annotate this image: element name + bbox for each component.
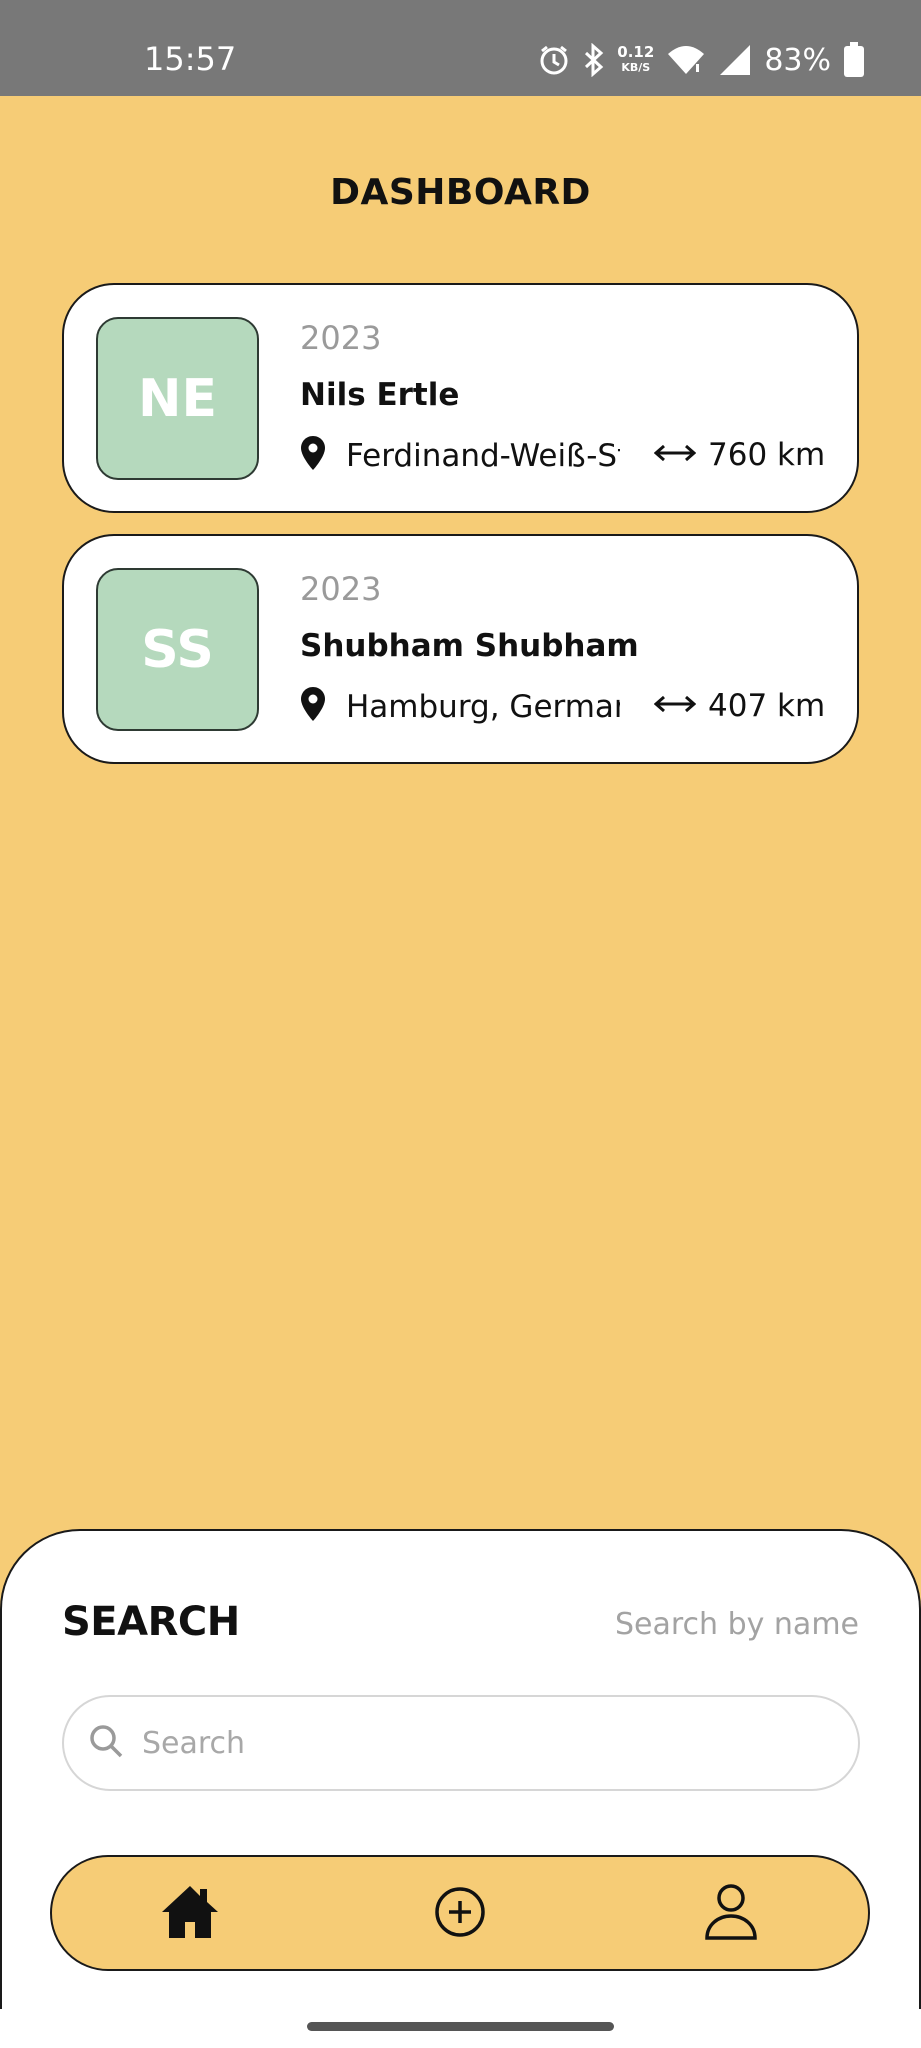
location-pin-icon: [300, 686, 326, 727]
avatar: SS: [96, 568, 259, 731]
bottom-nav: [50, 1855, 870, 1971]
location-text: Ferdinand-Weiß-Str: [346, 437, 620, 474]
distance-arrows-icon: [653, 694, 697, 719]
home-icon: [160, 1884, 220, 1945]
wifi-icon: [666, 44, 706, 76]
card-year: 2023: [300, 570, 382, 608]
net-speed-unit: KB/S: [621, 61, 651, 74]
search-box[interactable]: [62, 1695, 860, 1791]
trip-card[interactable]: SS 2023 Shubham Shubham Hamburg, Germany…: [62, 534, 859, 764]
card-year: 2023: [300, 319, 382, 357]
battery-icon: [843, 42, 865, 78]
profile-icon: [704, 1883, 758, 1946]
trip-card[interactable]: NE 2023 Nils Ertle Ferdinand-Weiß-Str 76…: [62, 283, 859, 513]
status-icons: 0.12 KB/S 83%: [537, 36, 865, 84]
location-pin-icon: [300, 435, 326, 476]
card-distance: 760 km: [653, 437, 826, 473]
alarm-icon: [537, 43, 571, 77]
distance-text: 760 km: [708, 437, 826, 473]
bluetooth-icon: [583, 43, 605, 77]
status-time: 15:57: [144, 40, 237, 78]
search-icon: [64, 1723, 124, 1764]
location-text: Hamburg, Germany: [346, 688, 620, 725]
gesture-bar[interactable]: [307, 2022, 614, 2031]
net-speed: 0.12 KB/S: [617, 45, 654, 75]
card-name: Shubham Shubham: [300, 628, 639, 664]
signal-icon: [718, 43, 752, 77]
status-bar: 15:57 0.12 KB/S 83%: [0, 0, 921, 96]
card-distance: 407 km: [653, 688, 826, 724]
card-location: Hamburg, Germany: [300, 686, 620, 727]
nav-home-button[interactable]: [159, 1883, 221, 1945]
nav-add-button[interactable]: [429, 1883, 491, 1945]
add-circle-icon: [434, 1886, 486, 1943]
card-name: Nils Ertle: [300, 377, 460, 413]
card-location: Ferdinand-Weiß-Str: [300, 435, 620, 476]
nav-profile-button[interactable]: [700, 1883, 762, 1945]
net-speed-value: 0.12: [617, 43, 655, 61]
distance-arrows-icon: [653, 443, 697, 468]
page-title: DASHBOARD: [330, 172, 591, 213]
search-hint: Search by name: [614, 1607, 859, 1642]
search-input[interactable]: [142, 1725, 822, 1761]
distance-text: 407 km: [708, 688, 826, 724]
search-title: SEARCH: [62, 1599, 240, 1645]
avatar: NE: [96, 317, 259, 480]
battery-percent: 83%: [764, 42, 831, 78]
